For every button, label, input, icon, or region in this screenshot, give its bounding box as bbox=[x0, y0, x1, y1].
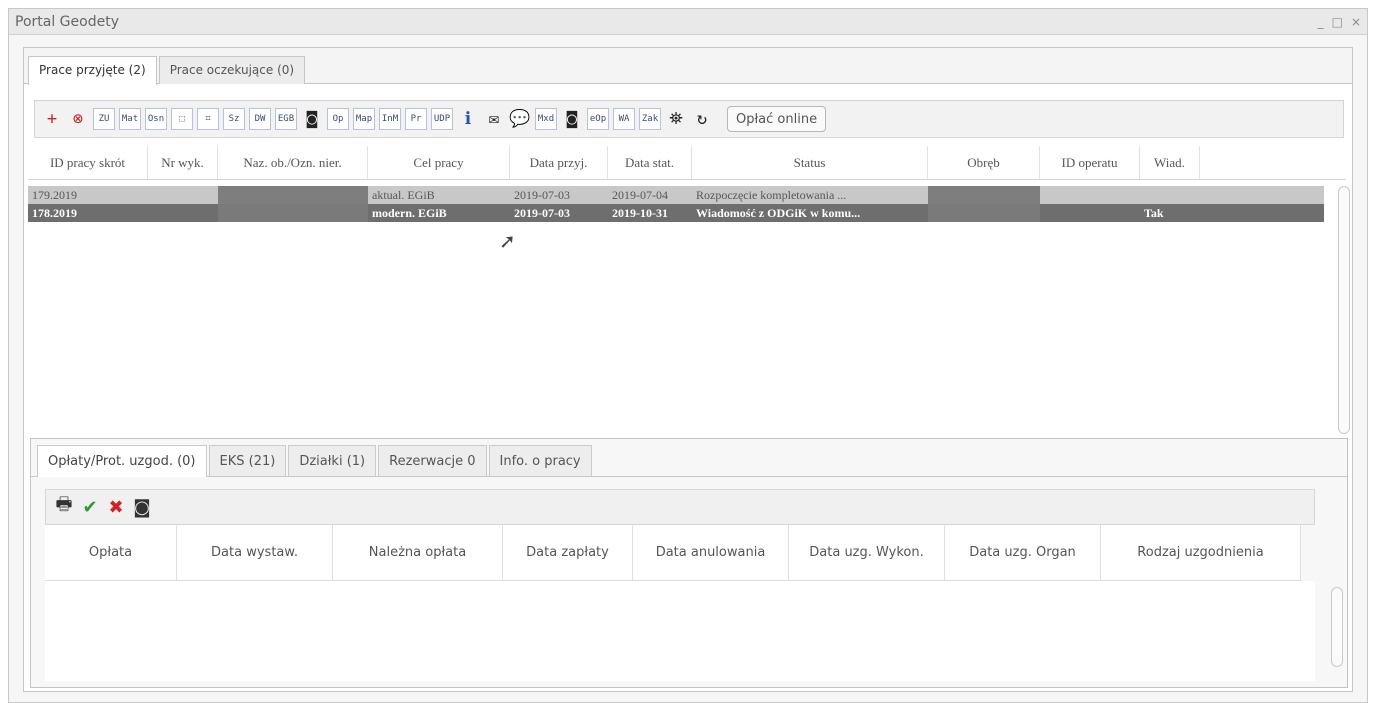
col-payment-date[interactable]: Data zapłaty bbox=[503, 525, 633, 580]
camera-icon[interactable]: ◙ bbox=[132, 497, 152, 518]
photo-icon[interactable]: ◙ bbox=[561, 108, 583, 130]
portal-window: Portal Geodety _ □ × Prace przyjęte (2) … bbox=[8, 8, 1368, 703]
cell-operat-id bbox=[1040, 204, 1140, 222]
mxd-button[interactable]: Mxd bbox=[535, 108, 557, 130]
details-tabs: Opłaty/Prot. uzgod. (0) EKS (21) Działki… bbox=[31, 439, 1347, 477]
table-row[interactable]: 178.2019 modern. EGiB 2019-07-03 2019-10… bbox=[28, 204, 1324, 222]
cell-date-accepted: 2019-07-03 bbox=[514, 206, 570, 220]
fees-grid-header: Opłata Data wystaw. Należna opłata Data … bbox=[45, 525, 1301, 581]
inm-button[interactable]: InM bbox=[379, 108, 401, 130]
tab-reservations[interactable]: Rezerwacje 0 bbox=[378, 445, 487, 476]
op-button[interactable]: Op bbox=[327, 108, 349, 130]
works-toolbar: + ⊗ ZU Mat Osn ⬚ ⌗ Sz DW EGB ◙ Op Map InM Pr UDP ℹ ✉ 💬 Mxd ◙… bbox=[34, 100, 1344, 138]
works-scrollbar[interactable] bbox=[1338, 186, 1350, 434]
col-contractor-agreement-date[interactable]: Data uzg. Wykon. bbox=[789, 525, 945, 580]
tab-parcels[interactable]: Działki (1) bbox=[288, 445, 377, 476]
select-area-icon[interactable]: ⬚ bbox=[171, 108, 193, 130]
cell-id: 178.2019 bbox=[32, 206, 77, 220]
mouse-cursor-icon: ➚ bbox=[499, 229, 516, 253]
table-row[interactable]: 179.2019 aktual. EGiB 2019-07-03 2019-07… bbox=[28, 186, 1324, 204]
col-message[interactable]: Wiad. bbox=[1140, 146, 1200, 179]
cell-date-status: 2019-07-04 bbox=[612, 188, 668, 202]
minimize-icon[interactable]: _ bbox=[1318, 15, 1324, 29]
reject-icon[interactable]: ✖ bbox=[106, 497, 126, 518]
col-purpose[interactable]: Cel pracy bbox=[368, 146, 510, 179]
cell-status: Wiadomość z ODGiK w komu... bbox=[696, 206, 861, 220]
col-due-fee[interactable]: Należna opłata bbox=[333, 525, 503, 580]
fees-toolbar: 🖶 ✔ ✖ ◙ bbox=[45, 489, 1315, 525]
egb-button[interactable]: EGB bbox=[275, 108, 297, 130]
close-icon[interactable]: × bbox=[1351, 15, 1361, 29]
cell-date-accepted: 2019-07-03 bbox=[514, 188, 570, 202]
cell-status: Rozpoczęcie kompletowania ... bbox=[696, 188, 847, 202]
accept-icon[interactable]: ✔ bbox=[80, 497, 100, 518]
cell-nr bbox=[148, 186, 218, 204]
sz-button[interactable]: Sz bbox=[223, 108, 245, 130]
cell-message: Tak bbox=[1144, 206, 1164, 220]
cell-purpose: modern. EGiB bbox=[372, 206, 447, 220]
cell-nr bbox=[148, 204, 218, 222]
col-agreement-type[interactable]: Rodzaj uzgodnienia bbox=[1101, 525, 1301, 580]
map-button[interactable]: Map bbox=[353, 108, 375, 130]
add-icon[interactable]: + bbox=[41, 108, 63, 130]
cell-message bbox=[1140, 186, 1200, 204]
col-operat-id[interactable]: ID operatu bbox=[1040, 146, 1140, 179]
wa-button[interactable]: WA bbox=[613, 108, 635, 130]
binoculars-icon[interactable]: ⛯ bbox=[665, 108, 687, 130]
tab-work-info[interactable]: Info. o pracy bbox=[488, 445, 592, 476]
print-icon[interactable]: 🖶 bbox=[54, 492, 74, 522]
cell-purpose: aktual. EGiB bbox=[372, 188, 435, 202]
redacted-cell bbox=[928, 204, 1040, 222]
col-date-accepted[interactable]: Data przyj. bbox=[510, 146, 608, 179]
col-name[interactable]: Naz. ob./Ozn. nier. bbox=[218, 146, 368, 179]
cancel-icon[interactable]: ⊗ bbox=[67, 108, 89, 130]
cell-date-status: 2019-10-31 bbox=[612, 206, 668, 220]
window-controls: _ □ × bbox=[1318, 15, 1361, 29]
pr-button[interactable]: Pr bbox=[405, 108, 427, 130]
col-cancel-date[interactable]: Data anulowania bbox=[633, 525, 789, 580]
cell-id: 179.2019 bbox=[32, 188, 77, 202]
camera-icon[interactable]: ◙ bbox=[301, 108, 323, 130]
dw-button[interactable]: DW bbox=[249, 108, 271, 130]
col-issue-date[interactable]: Data wystaw. bbox=[177, 525, 333, 580]
col-id[interactable]: ID pracy skrót bbox=[28, 146, 148, 179]
main-panel: Prace przyjęte (2) Prace oczekujące (0) … bbox=[23, 47, 1353, 692]
maximize-icon[interactable]: □ bbox=[1332, 15, 1343, 29]
tab-eks[interactable]: EKS (21) bbox=[208, 445, 287, 476]
title-bar: Portal Geodety _ □ × bbox=[9, 9, 1367, 35]
osn-button[interactable]: Osn bbox=[145, 108, 167, 130]
main-tabs: Prace przyjęte (2) Prace oczekujące (0) bbox=[24, 48, 1352, 85]
tab-pending-works[interactable]: Prace oczekujące (0) bbox=[158, 56, 306, 84]
mat-button[interactable]: Mat bbox=[119, 108, 141, 130]
redacted-cell bbox=[218, 186, 368, 204]
edit-area-icon[interactable]: ⌗ bbox=[197, 108, 219, 130]
redacted-cell bbox=[928, 186, 1040, 204]
zak-button[interactable]: Zak bbox=[639, 108, 661, 130]
zu-button[interactable]: ZU bbox=[93, 108, 115, 130]
eop-button[interactable]: eOp bbox=[587, 108, 609, 130]
refresh-icon[interactable]: ↻ bbox=[691, 108, 713, 130]
fees-grid-body bbox=[45, 581, 1315, 681]
col-status[interactable]: Status bbox=[692, 146, 928, 179]
details-panel: Opłaty/Prot. uzgod. (0) EKS (21) Działki… bbox=[30, 438, 1348, 688]
col-date-status[interactable]: Data stat. bbox=[608, 146, 692, 179]
mail-icon[interactable]: ✉ bbox=[483, 108, 505, 130]
col-fee[interactable]: Opłata bbox=[45, 525, 177, 580]
works-grid-body: 179.2019 aktual. EGiB 2019-07-03 2019-07… bbox=[28, 186, 1324, 222]
redacted-cell bbox=[218, 204, 368, 222]
col-nr[interactable]: Nr wyk. bbox=[148, 146, 218, 179]
window-title: Portal Geodety bbox=[15, 13, 119, 30]
udp-button[interactable]: UDP bbox=[431, 108, 453, 130]
fees-scrollbar[interactable] bbox=[1331, 587, 1343, 667]
works-grid-header: ID pracy skrót Nr wyk. Naz. ob./Ozn. nie… bbox=[28, 146, 1346, 180]
info-icon[interactable]: ℹ bbox=[457, 108, 479, 130]
tab-accepted-works[interactable]: Prace przyjęte (2) bbox=[28, 56, 157, 85]
col-precinct[interactable]: Obręb bbox=[928, 146, 1040, 179]
cell-operat-id bbox=[1040, 186, 1140, 204]
chat-icon[interactable]: 💬 bbox=[509, 108, 531, 130]
pay-online-button[interactable]: Opłać online bbox=[727, 106, 827, 132]
col-authority-agreement-date[interactable]: Data uzg. Organ bbox=[945, 525, 1101, 580]
tab-fees[interactable]: Opłaty/Prot. uzgod. (0) bbox=[37, 445, 207, 477]
